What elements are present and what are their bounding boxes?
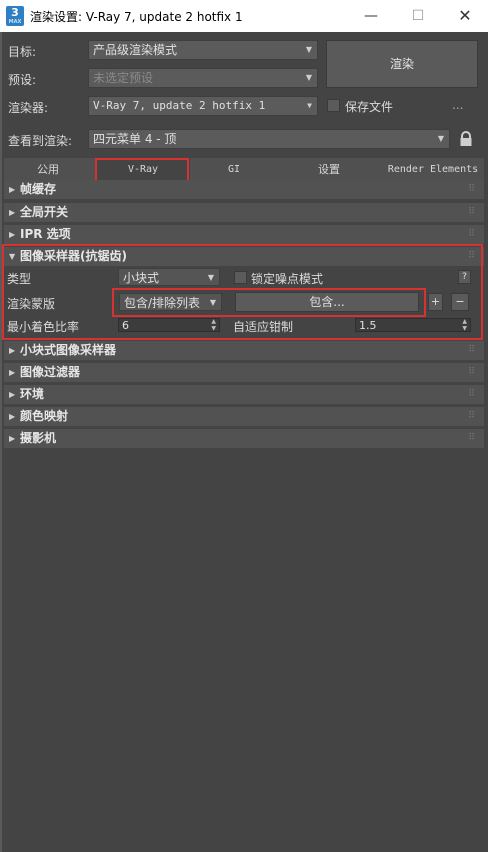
target-label: 目标: <box>8 45 37 59</box>
rollout-title: 全局开关 <box>20 205 69 219</box>
rollout-title: 图像过滤器 <box>20 365 81 379</box>
type-label: 类型 <box>7 272 32 286</box>
rollout-title: 帧缓存 <box>20 182 57 196</box>
app-icon: 3 MAX <box>6 6 24 26</box>
drag-grip-icon: ⠿ <box>468 433 475 443</box>
min-shading-rate-label: 最小着色比率 <box>7 320 80 334</box>
maximize-button[interactable]: ☐ <box>395 0 441 32</box>
adaptive-clamp-spinner[interactable]: 1.5 ▲ ▼ <box>355 318 471 332</box>
rollout-title: IPR 选项 <box>20 227 71 241</box>
preset-dropdown-value: 未选定预设 <box>93 71 154 85</box>
window-frame <box>0 32 2 852</box>
rollout-frame-buffer[interactable]: ▶ 帧缓存 ⠿ <box>4 180 484 199</box>
rollout-camera[interactable]: ▶ 摄影机 ⠿ <box>4 429 484 448</box>
preset-dropdown[interactable]: 未选定预设 ▼ <box>88 68 318 88</box>
sampler-type-value: 小块式 <box>123 271 160 285</box>
remove-button[interactable]: − <box>451 293 469 311</box>
rollout-title: 环境 <box>20 387 45 401</box>
app-icon-sub: MAX <box>8 19 22 25</box>
expand-arrow-icon: ▶ <box>9 230 16 239</box>
drag-grip-icon: ⠿ <box>468 367 475 377</box>
drag-grip-icon: ⠿ <box>468 184 475 194</box>
rollout-environment[interactable]: ▶ 环境 ⠿ <box>4 385 484 404</box>
renderer-label: 渲染器: <box>8 101 49 115</box>
rollout-title: 小块式图像采样器 <box>20 343 117 357</box>
expand-arrow-icon: ▶ <box>9 390 16 399</box>
close-button[interactable]: ✕ <box>442 0 488 32</box>
expand-arrow-icon: ▶ <box>9 368 16 377</box>
lock-noise-label: 锁定噪点模式 <box>251 272 324 286</box>
render-button[interactable]: 渲染 <box>326 40 478 88</box>
rollout-global-switches[interactable]: ▶ 全局开关 ⠿ <box>4 203 484 222</box>
chevron-down-icon: ▼ <box>207 273 214 282</box>
min-shading-rate-spinner[interactable]: 6 ▲ ▼ <box>118 318 220 332</box>
render-mask-highlight <box>112 288 426 317</box>
view-to-render-label: 查看到渲染: <box>8 134 73 148</box>
tab-settings[interactable]: 设置 <box>284 158 374 182</box>
more-options-button[interactable]: ... <box>452 98 463 112</box>
drag-grip-icon: ⠿ <box>468 411 475 421</box>
renderer-dropdown[interactable]: V-Ray 7, update 2 hotfix 1 ▼ <box>88 96 318 116</box>
view-to-render-value: 四元菜单 4 - 顶 <box>93 132 177 146</box>
chevron-down-icon: ▼ <box>307 101 312 110</box>
rollout-color-mapping[interactable]: ▶ 颜色映射 ⠿ <box>4 407 484 426</box>
lock-icon[interactable] <box>459 131 473 147</box>
rollout-bucket-sampler[interactable]: ▶ 小块式图像采样器 ⠿ <box>4 341 484 360</box>
rollout-title: 颜色映射 <box>20 409 69 423</box>
target-dropdown-value: 产品级渲染模式 <box>93 43 178 57</box>
spinner-arrows-icon[interactable]: ▲ ▼ <box>211 318 216 332</box>
add-button[interactable]: + <box>428 293 443 311</box>
window-title: 渲染设置: V-Ray 7, update 2 hotfix 1 <box>30 10 243 24</box>
tab-render-elements[interactable]: Render Elements <box>382 158 484 182</box>
expand-arrow-icon: ▶ <box>9 412 16 421</box>
window-title-bar[interactable]: 3 MAX 渲染设置: V-Ray 7, update 2 hotfix 1 —… <box>0 0 488 32</box>
expand-arrow-icon: ▶ <box>9 185 16 194</box>
chevron-down-icon: ▼ <box>305 45 312 54</box>
save-file-label: 保存文件 <box>345 100 394 114</box>
render-mask-label: 渲染蒙版 <box>7 297 56 311</box>
lock-noise-checkbox[interactable] <box>234 271 247 284</box>
tab-common[interactable]: 公用 <box>4 158 92 182</box>
adaptive-clamp-value: 1.5 <box>359 319 377 332</box>
renderer-dropdown-value: V-Ray 7, update 2 hotfix 1 <box>93 99 266 112</box>
rollout-image-filter[interactable]: ▶ 图像过滤器 ⠿ <box>4 363 484 382</box>
help-button[interactable]: ? <box>458 270 471 284</box>
save-file-checkbox[interactable] <box>327 99 340 112</box>
tab-gi[interactable]: GI <box>194 158 274 182</box>
sampler-type-dropdown[interactable]: 小块式 ▼ <box>118 268 220 286</box>
drag-grip-icon: ⠿ <box>468 389 475 399</box>
preset-label: 预设: <box>8 73 37 87</box>
expand-arrow-icon: ▶ <box>9 434 16 443</box>
rollout-title: 摄影机 <box>20 431 57 445</box>
view-to-render-dropdown[interactable]: 四元菜单 4 - 顶 ▼ <box>88 129 450 149</box>
rollout-ipr-options[interactable]: ▶ IPR 选项 ⠿ <box>4 225 484 244</box>
drag-grip-icon: ⠿ <box>468 229 475 239</box>
chevron-down-icon: ▼ <box>305 73 312 82</box>
target-dropdown[interactable]: 产品级渲染模式 ▼ <box>88 40 318 60</box>
spinner-arrows-icon[interactable]: ▲ ▼ <box>462 318 467 332</box>
minimize-button[interactable]: — <box>348 0 394 32</box>
min-shading-rate-value: 6 <box>122 319 129 332</box>
expand-arrow-icon: ▶ <box>9 346 16 355</box>
chevron-down-icon: ▼ <box>437 134 444 143</box>
drag-grip-icon: ⠿ <box>468 345 475 355</box>
drag-grip-icon: ⠿ <box>468 207 475 217</box>
expand-arrow-icon: ▶ <box>9 208 16 217</box>
app-icon-number: 3 <box>11 6 19 19</box>
adaptive-clamp-label: 自适应钳制 <box>233 320 294 334</box>
tab-bar: 公用 V-Ray GI 设置 Render Elements <box>4 158 484 182</box>
